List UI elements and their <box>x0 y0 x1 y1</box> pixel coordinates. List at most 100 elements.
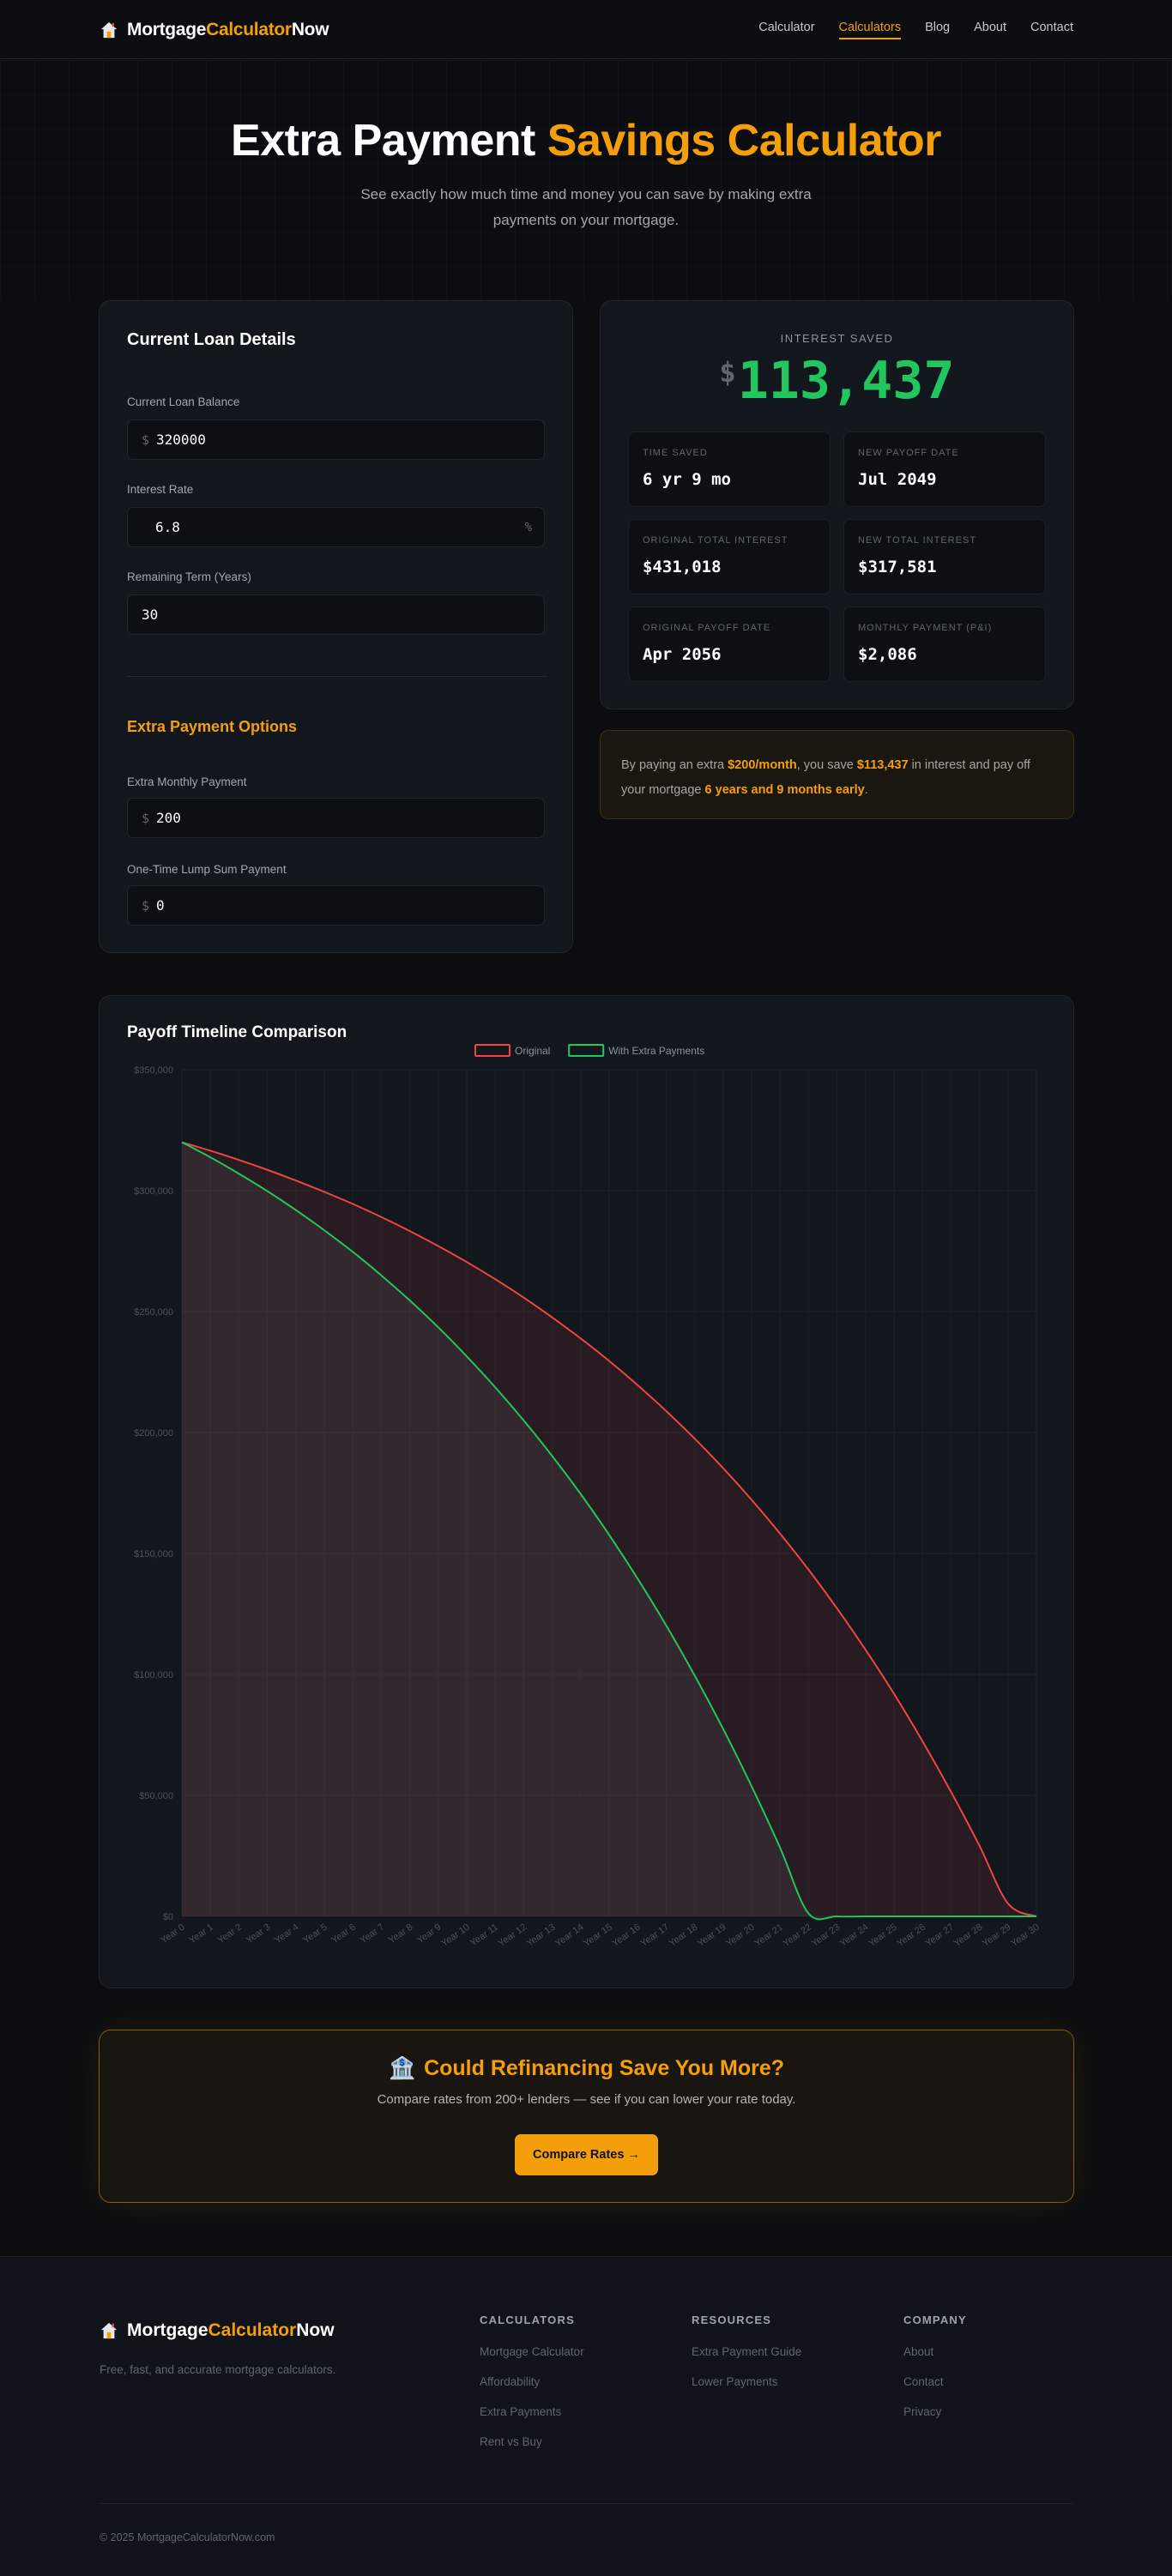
footer-link-affordability[interactable]: Affordability <box>480 2375 584 2388</box>
dollar-prefix: $ <box>142 431 150 448</box>
section-divider <box>127 676 547 677</box>
x-tick-label: Year 5 <box>301 1922 329 1946</box>
nav-link-calculators[interactable]: Calculators <box>838 21 901 39</box>
logo-text-now: Now <box>296 2320 335 2340</box>
compare-rates-button[interactable]: Compare Rates → <box>515 2134 658 2175</box>
dollar-prefix: $ <box>142 897 150 914</box>
x-tick-label: Year 0 <box>159 1922 187 1946</box>
x-tick-label: Year 1 <box>187 1922 215 1946</box>
extra-monthly-value: 200 <box>156 810 181 826</box>
footer-col-calculators: CALCULATORS Mortgage Calculator Affordab… <box>480 2314 584 2465</box>
stat-original-payoff-date: ORIGINAL PAYOFF DATE Apr 2056 <box>628 606 831 682</box>
x-tick-label: Year 8 <box>387 1922 415 1946</box>
nav-link-contact[interactable]: Contact <box>1030 21 1073 38</box>
x-tick-label: Year 11 <box>468 1922 500 1949</box>
footer-link-rent-vs-buy[interactable]: Rent vs Buy <box>480 2435 584 2448</box>
x-tick-label: Year 16 <box>610 1922 643 1949</box>
stat-label: ORIGINAL PAYOFF DATE <box>643 623 771 633</box>
footer-col-heading: CALCULATORS <box>480 2314 575 2326</box>
x-tick-label: Year 4 <box>273 1922 301 1946</box>
x-tick-label: Year 10 <box>439 1922 472 1949</box>
footer-divider <box>100 2503 1073 2504</box>
x-tick-label: Year 25 <box>867 1922 899 1949</box>
footer-col-heading: RESOURCES <box>692 2314 772 2326</box>
footer-tagline: Free, fast, and accurate mortgage calcul… <box>100 2363 336 2376</box>
summary-savings-amount: $113,437 <box>856 758 909 772</box>
x-tick-label: Year 3 <box>245 1922 273 1946</box>
footer-link-about[interactable]: About <box>903 2345 967 2358</box>
logo-text-calculator: Calculator <box>208 2320 297 2340</box>
footer-link-mortgage-calculator[interactable]: Mortgage Calculator <box>480 2345 584 2358</box>
interest-saved-label: INTEREST SAVED <box>780 332 894 345</box>
top-nav: MortgageCalculatorNow Calculator Calcula… <box>0 0 1172 59</box>
extra-monthly-input[interactable]: $ 200 <box>127 798 545 838</box>
x-tick-label: Year 28 <box>952 1922 985 1949</box>
summary-extra-amount: $200/month <box>728 758 797 772</box>
summary-text: . <box>864 783 868 797</box>
y-tick-label: $250,000 <box>134 1307 173 1318</box>
footer-link-privacy[interactable]: Privacy <box>903 2405 967 2418</box>
lump-sum-input[interactable]: $ 0 <box>127 885 545 926</box>
page-subtitle: See exactly how much time and money you … <box>360 186 812 228</box>
footer-copyright: © 2025 MortgageCalculatorNow.com <box>100 2531 275 2543</box>
x-tick-label: Year 26 <box>895 1922 927 1949</box>
interest-saved-amount: $113,437 <box>601 351 1073 411</box>
savings-summary: By paying an extra $200/month, you save … <box>600 730 1074 819</box>
x-tick-label: Year 24 <box>838 1922 871 1949</box>
interest-saved-value: 113,437 <box>737 351 955 411</box>
loan-balance-input[interactable]: $ 320000 <box>127 419 545 460</box>
remaining-term-label: Remaining Term (Years) <box>127 570 251 583</box>
legend-swatch <box>474 1044 510 1057</box>
stat-value: $317,581 <box>858 558 937 576</box>
footer-link-lower-payments[interactable]: Lower Payments <box>692 2375 801 2388</box>
footer-logo[interactable]: MortgageCalculatorNow <box>100 2320 335 2341</box>
payoff-timeline-chart: $0 $50,000 $100,000 $150,000 $200,000 $250,00… <box>134 1044 1042 1949</box>
stat-value: $431,018 <box>643 558 722 576</box>
dollar-prefix: $ <box>142 810 150 826</box>
x-tick-label: Year 18 <box>668 1922 700 1949</box>
y-tick-label: $100,000 <box>134 1670 173 1680</box>
logo-text-mortgage: Mortgage <box>127 20 207 39</box>
legend-swatch <box>568 1044 605 1057</box>
interest-rate-label: Interest Rate <box>127 483 194 496</box>
footer-link-extra-payments[interactable]: Extra Payments <box>480 2405 584 2418</box>
loan-balance-label: Current Loan Balance <box>127 395 240 408</box>
stat-new-payoff-date: NEW PAYOFF DATE Jul 2049 <box>843 431 1046 507</box>
page-title-accent: Savings Calculator <box>547 116 942 166</box>
footer-link-contact[interactable]: Contact <box>903 2375 967 2388</box>
x-tick-label: Year 29 <box>981 1922 1013 1949</box>
x-tick-label: Year 7 <box>359 1922 387 1946</box>
loan-details-card: Current Loan Details Current Loan Balanc… <box>99 300 573 953</box>
footer-link-extra-payment-guide[interactable]: Extra Payment Guide <box>692 2345 801 2358</box>
nav-link-blog[interactable]: Blog <box>925 21 950 38</box>
x-tick-label: Year 13 <box>525 1922 558 1949</box>
x-tick-label: Year 9 <box>415 1922 444 1946</box>
interest-rate-input[interactable]: 6.8 % <box>127 507 545 547</box>
stat-value: $2,086 <box>858 645 917 664</box>
stat-value: Apr 2056 <box>643 645 722 664</box>
interest-saved-dollar: $ <box>719 356 736 389</box>
x-tick-label: Year 30 <box>1009 1922 1042 1949</box>
y-tick-label: $50,000 <box>139 1791 173 1801</box>
refinance-heading-text: Could Refinancing Save You More? <box>424 2056 785 2080</box>
results-card: INTEREST SAVED $113,437 TIME SAVED 6 yr … <box>600 300 1074 709</box>
house-icon <box>100 2322 118 2339</box>
x-tick-label: Year 22 <box>781 1922 813 1949</box>
logo-text-mortgage: Mortgage <box>127 2320 208 2340</box>
house-icon <box>100 21 118 39</box>
y-tick-label: $300,000 <box>134 1186 173 1197</box>
x-tick-label: Year 12 <box>496 1922 529 1949</box>
stat-label: NEW TOTAL INTEREST <box>858 535 976 546</box>
y-tick-label: $150,000 <box>134 1549 173 1559</box>
summary-text: , you save <box>796 758 857 772</box>
page-title-main: Extra Payment <box>231 116 547 166</box>
nav-link-about[interactable]: About <box>974 21 1006 38</box>
x-tick-label: Year 23 <box>810 1922 843 1949</box>
stat-value: Jul 2049 <box>858 470 937 489</box>
interest-rate-value: 6.8 <box>155 519 180 535</box>
footer: MortgageCalculatorNow Free, fast, and ac… <box>0 2256 1172 2576</box>
nav-link-calculator[interactable]: Calculator <box>758 21 814 38</box>
x-tick-label: Year 6 <box>329 1922 358 1946</box>
remaining-term-input[interactable]: 30 <box>127 594 545 635</box>
site-logo[interactable]: MortgageCalculatorNow <box>100 19 329 41</box>
